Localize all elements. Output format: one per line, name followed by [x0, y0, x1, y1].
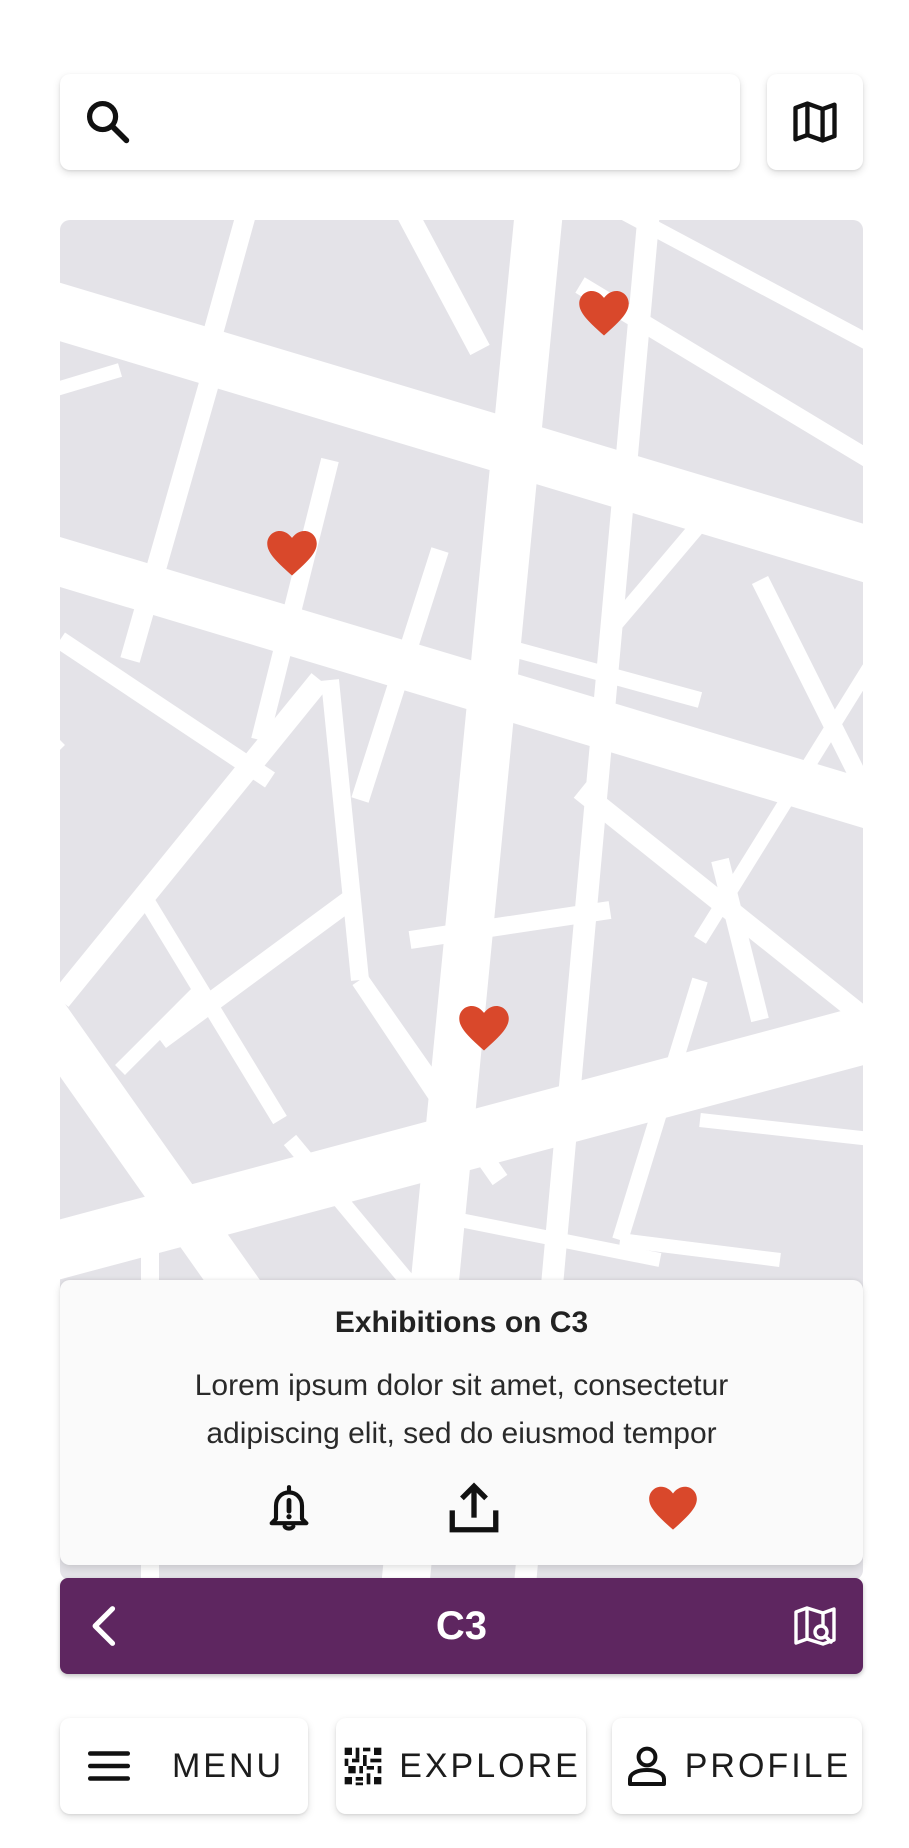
share-upload-icon [449, 1482, 499, 1533]
search-input[interactable] [150, 92, 724, 154]
map-toggle-button[interactable] [767, 74, 863, 170]
hamburger-menu-icon [87, 1751, 130, 1781]
explore-button[interactable]: EXPLORE [336, 1718, 586, 1814]
info-card-title: Exhibitions on C3 [334, 1306, 589, 1339]
share-button[interactable] [444, 1478, 504, 1538]
search-bar[interactable] [60, 74, 740, 170]
person-icon [627, 1746, 666, 1786]
map-icon [793, 101, 837, 143]
bell-alert-icon [269, 1485, 309, 1531]
info-card-description: Lorem ipsum dolor sit amet, consectetur … [194, 1369, 729, 1450]
route-header-bar: C3 [60, 1578, 863, 1674]
profile-label: PROFILE [684, 1746, 852, 1785]
chevron-left-icon[interactable] [80, 1600, 132, 1652]
notify-button[interactable] [259, 1478, 319, 1538]
explore-label: EXPLORE [399, 1746, 581, 1785]
profile-button[interactable]: PROFILE [612, 1718, 862, 1814]
route-title: C3 [435, 1604, 488, 1648]
map-marker-heart-icon[interactable] [265, 528, 319, 578]
exhibition-info-card: Exhibitions on C3 Lorem ipsum dolor sit … [60, 1280, 863, 1565]
qr-code-icon [344, 1747, 382, 1786]
menu-label: MENU [171, 1746, 285, 1785]
map-marker-heart-icon[interactable] [457, 1003, 511, 1053]
menu-button[interactable]: MENU [60, 1718, 308, 1814]
heart-icon [649, 1486, 697, 1530]
map-marker-heart-icon[interactable] [577, 288, 631, 338]
map-search-icon[interactable] [791, 1602, 839, 1650]
favorite-button[interactable] [643, 1478, 703, 1538]
search-icon [86, 100, 130, 144]
